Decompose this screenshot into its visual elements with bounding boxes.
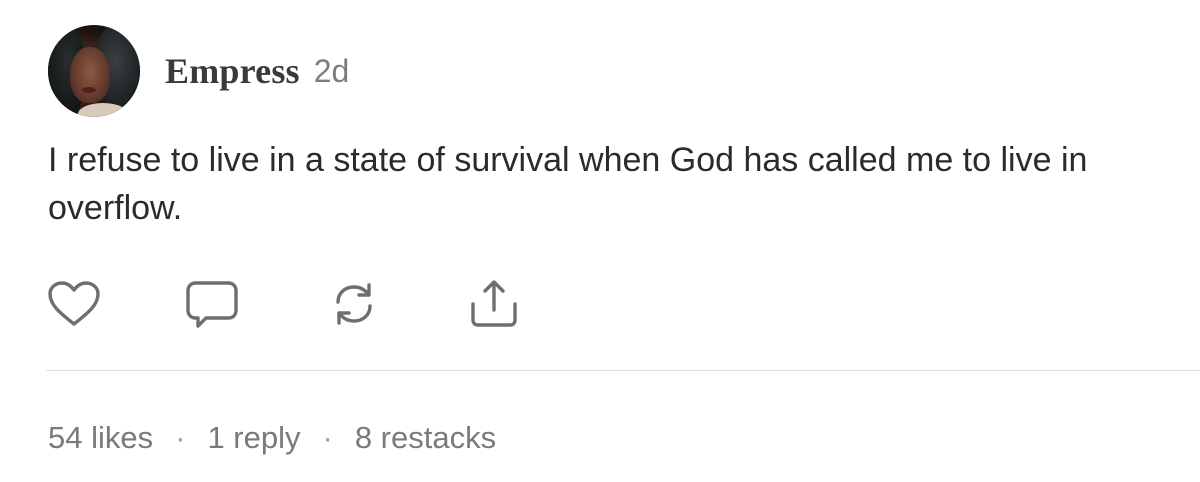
- share-icon: [466, 278, 522, 330]
- comment-icon: [184, 278, 240, 330]
- post-card: Empress 2d I refuse to live in a state o…: [0, 0, 1200, 482]
- restacks-count[interactable]: 8 restacks: [355, 420, 496, 456]
- stats-separator: ·: [175, 420, 186, 455]
- avatar[interactable]: [48, 25, 140, 117]
- post-stats: 54 likes · 1 reply · 8 restacks: [48, 416, 496, 460]
- post-timestamp[interactable]: 2d: [314, 53, 350, 90]
- post-body: I refuse to live in a state of survival …: [48, 141, 1088, 227]
- restack-button[interactable]: [326, 278, 382, 330]
- likes-count[interactable]: 54 likes: [48, 420, 153, 456]
- post-header: Empress 2d: [48, 24, 349, 118]
- replies-count[interactable]: 1 reply: [207, 420, 300, 456]
- author-name[interactable]: Empress: [165, 50, 300, 92]
- share-button[interactable]: [466, 278, 522, 330]
- comment-button[interactable]: [184, 278, 240, 330]
- heart-icon: [46, 280, 102, 328]
- stats-separator: ·: [322, 420, 333, 455]
- divider: [46, 370, 1200, 371]
- restack-icon: [326, 278, 382, 330]
- like-button[interactable]: [46, 278, 102, 330]
